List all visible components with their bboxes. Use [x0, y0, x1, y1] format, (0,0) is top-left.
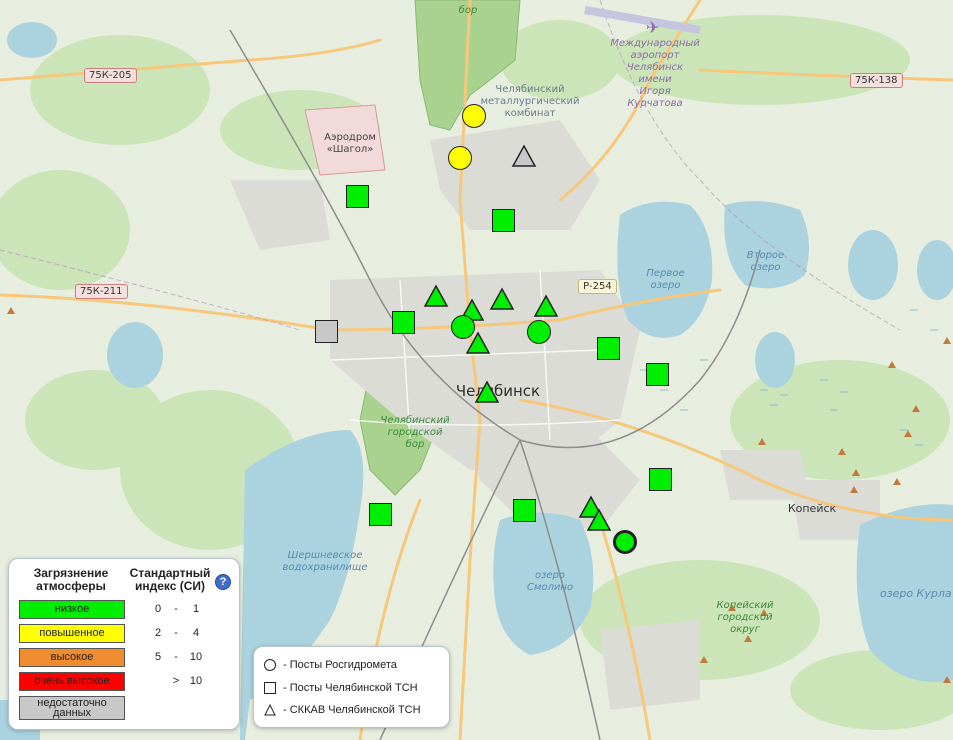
map-label-kopeisk: Копейск — [787, 502, 837, 515]
station-marker[interactable] — [346, 185, 369, 208]
legend-swatch-very-high: очень высокое — [19, 672, 125, 691]
pollution-legend: Загрязнение атмосферы Стандартный индекс… — [8, 558, 240, 730]
station-marker[interactable] — [489, 287, 515, 311]
station-marker[interactable] — [369, 503, 392, 526]
station-marker[interactable] — [448, 146, 472, 170]
road-shield-75k138: 75К-138 — [850, 73, 903, 88]
map-label-first-lake: Первое озеро — [646, 268, 685, 291]
station-marker[interactable] — [513, 499, 536, 522]
station-marker[interactable] — [646, 363, 669, 386]
map-label-shershni-reservoir: Шершневское водохранилище — [282, 550, 368, 573]
station-type-label: - Посты Челябинской ТСН — [283, 682, 418, 694]
station-type-label: - Посты Росгидромета — [283, 659, 397, 671]
legend-index-header: Стандартный индекс (СИ) — [129, 566, 211, 593]
station-marker[interactable] — [649, 468, 672, 491]
station-marker[interactable] — [423, 284, 449, 308]
station-type-row: - СККАВ Челябинской ТСН — [264, 702, 421, 718]
station-marker-highlighted[interactable] — [613, 530, 637, 554]
station-marker[interactable] — [315, 320, 338, 343]
road-shield-r254: Р-254 — [578, 279, 617, 294]
map-label-kurlady-lake: озеро Курла — [880, 587, 952, 600]
station-type-row: - Посты Челябинской ТСН — [264, 680, 418, 696]
station-marker[interactable] — [533, 294, 559, 318]
station-marker[interactable] — [465, 331, 491, 355]
triangle-icon — [264, 704, 276, 716]
station-marker[interactable] — [586, 508, 612, 532]
road-shield-75k211: 75К-211 — [75, 284, 128, 299]
station-marker[interactable] — [492, 209, 515, 232]
map-label-metallurgical-plant: Челябинский металлургический комбинат — [480, 84, 580, 119]
station-marker[interactable] — [462, 104, 486, 128]
map-label-kopeisk-district: Копейский городской округ — [716, 600, 774, 635]
station-marker[interactable] — [392, 311, 415, 334]
map-label-second-lake: Второе озеро — [746, 250, 785, 273]
station-type-legend: - Посты Росгидромета - Посты Челябинской… — [253, 646, 450, 728]
station-type-label: - СККАВ Челябинской ТСН — [283, 704, 421, 716]
map-label-airport: Международный аэропорт Челябинск имени И… — [610, 38, 700, 109]
legend-swatch-low: низкое — [19, 600, 125, 619]
circle-icon — [264, 659, 276, 672]
legend-range-low: 0-1 — [154, 603, 200, 615]
legend-swatch-elevated: повышенное — [19, 624, 125, 643]
help-icon[interactable]: ? — [215, 574, 231, 590]
map-label-smolino-lake: озеро Смолино — [526, 570, 574, 593]
square-icon — [264, 682, 276, 695]
legend-swatch-high: высокое — [19, 648, 125, 667]
station-type-row: - Посты Росгидромета — [264, 657, 397, 673]
road-shield-75k205: 75К-205 — [84, 68, 137, 83]
map-label-city-forest: Челябинский городской бор — [380, 415, 450, 450]
station-marker[interactable] — [597, 337, 620, 360]
legend-swatch-no-data: недостаточно данных — [19, 696, 125, 720]
svg-text:✈: ✈ — [646, 18, 659, 37]
map-label-forest-top: бор — [458, 5, 478, 16]
station-marker[interactable] — [511, 144, 537, 168]
station-marker[interactable] — [474, 380, 500, 404]
legend-pollution-header: Загрязнение атмосферы — [33, 566, 109, 593]
map-label-shagol-airfield: Аэродром «Шагол» — [324, 132, 376, 155]
legend-range-elevated: 2-4 — [154, 627, 200, 639]
legend-range-high: 5-10 — [154, 651, 203, 663]
station-marker[interactable] — [527, 320, 551, 344]
legend-range-very-high: >10 — [172, 675, 203, 687]
